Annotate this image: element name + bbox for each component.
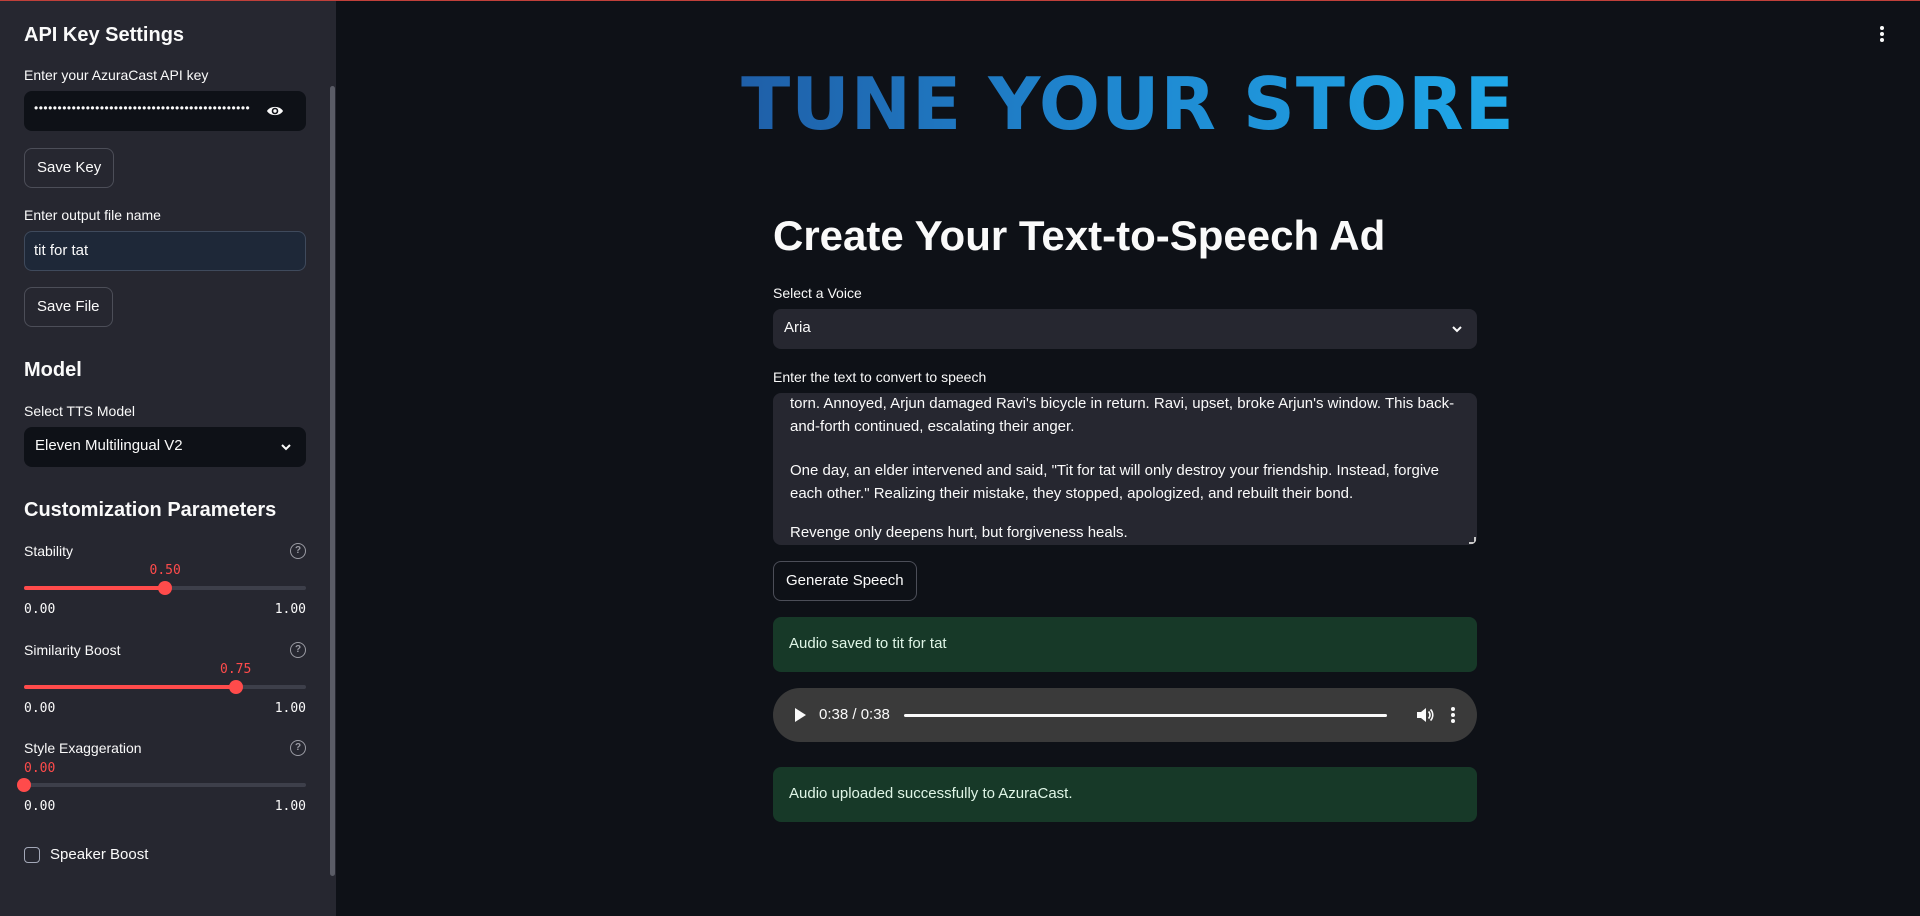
style-value: 0.00 (24, 761, 56, 776)
model-select-value: Eleven Multilingual V2 (35, 437, 183, 454)
text-paragraph: torn. Annoyed, Arjun damaged Ravi's bicy… (790, 395, 1455, 435)
similarity-slider[interactable] (24, 680, 306, 694)
api-key-input[interactable]: ••••••••••••••••••••••••••••••••••••••••… (24, 91, 306, 131)
stability-label: Stability (24, 543, 74, 559)
stability-slider[interactable] (24, 581, 306, 595)
success-alert-saved: Audio saved to tit for tat (773, 617, 1477, 672)
model-heading: Model (24, 359, 82, 381)
similarity-label: Similarity Boost (24, 642, 121, 658)
more-options-icon[interactable] (1451, 707, 1455, 723)
text-paragraph: One day, an elder intervened and said, "… (790, 462, 1439, 502)
page-title: Create Your Text-to-Speech Ad (773, 212, 1386, 259)
help-icon[interactable]: ? (290, 740, 306, 756)
eye-icon[interactable] (266, 103, 284, 119)
api-settings-heading: API Key Settings (24, 24, 185, 46)
audio-player: 0:38 / 0:38 (773, 688, 1477, 742)
success-alert-uploaded: Audio uploaded successfully to AzuraCast… (773, 767, 1477, 822)
params-heading: Customization Parameters (24, 499, 277, 521)
similarity-max: 1.00 (274, 701, 306, 716)
file-name-label: Enter output file name (24, 207, 161, 223)
save-file-button[interactable]: Save File (24, 287, 113, 327)
style-slider[interactable] (17, 778, 306, 792)
top-accent-line (0, 0, 1920, 1)
style-max: 1.00 (274, 799, 306, 814)
help-icon[interactable]: ? (290, 642, 306, 658)
audio-progress-bar[interactable] (904, 714, 1387, 717)
similarity-value: 0.75 (220, 662, 252, 677)
style-min: 0.00 (24, 799, 56, 814)
main-menu-icon[interactable] (1880, 26, 1884, 42)
slider-thumb[interactable] (17, 778, 31, 792)
voice-label: Select a Voice (773, 285, 862, 301)
style-label: Style Exaggeration (24, 740, 142, 756)
slider-thumb[interactable] (158, 581, 172, 595)
api-key-label: Enter your AzuraCast API key (24, 67, 209, 83)
model-label: Select TTS Model (24, 403, 136, 419)
sidebar: API Key Settings Enter your AzuraCast AP… (0, 0, 336, 916)
voice-select[interactable]: Aria (773, 309, 1477, 349)
text-paragraph: Revenge only deepens hurt, but forgivene… (790, 524, 1128, 541)
stability-min: 0.00 (24, 602, 56, 617)
api-key-value: ••••••••••••••••••••••••••••••••••••••••… (34, 101, 251, 115)
chevron-down-icon (281, 444, 291, 451)
audio-time: 0:38 / 0:38 (819, 706, 890, 723)
chevron-down-icon (1452, 326, 1462, 333)
volume-icon[interactable] (1416, 707, 1434, 723)
play-icon[interactable] (795, 708, 806, 722)
similarity-min: 0.00 (24, 701, 56, 716)
generate-speech-button[interactable]: Generate Speech (773, 561, 917, 601)
speech-textarea[interactable]: torn. Annoyed, Arjun damaged Ravi's bicy… (773, 393, 1477, 545)
speaker-boost-checkbox[interactable] (24, 847, 40, 863)
main-area: TUNE YOUR STORE Create Your Text-to-Spee… (336, 0, 1920, 916)
slider-fill (24, 586, 165, 590)
stability-max: 1.00 (274, 602, 306, 617)
help-icon[interactable]: ? (290, 543, 306, 559)
text-label: Enter the text to convert to speech (773, 369, 987, 385)
speaker-boost-label: Speaker Boost (50, 846, 149, 863)
voice-select-value: Aria (784, 319, 811, 336)
file-name-input[interactable]: tit for tat (24, 231, 306, 271)
sidebar-scrollbar[interactable] (330, 86, 335, 876)
resize-handle[interactable] (1469, 537, 1476, 544)
save-key-button[interactable]: Save Key (24, 148, 115, 188)
model-select[interactable]: Eleven Multilingual V2 (24, 427, 306, 467)
slider-fill (24, 685, 236, 689)
stability-value: 0.50 (149, 563, 181, 578)
slider-thumb[interactable] (228, 680, 243, 694)
